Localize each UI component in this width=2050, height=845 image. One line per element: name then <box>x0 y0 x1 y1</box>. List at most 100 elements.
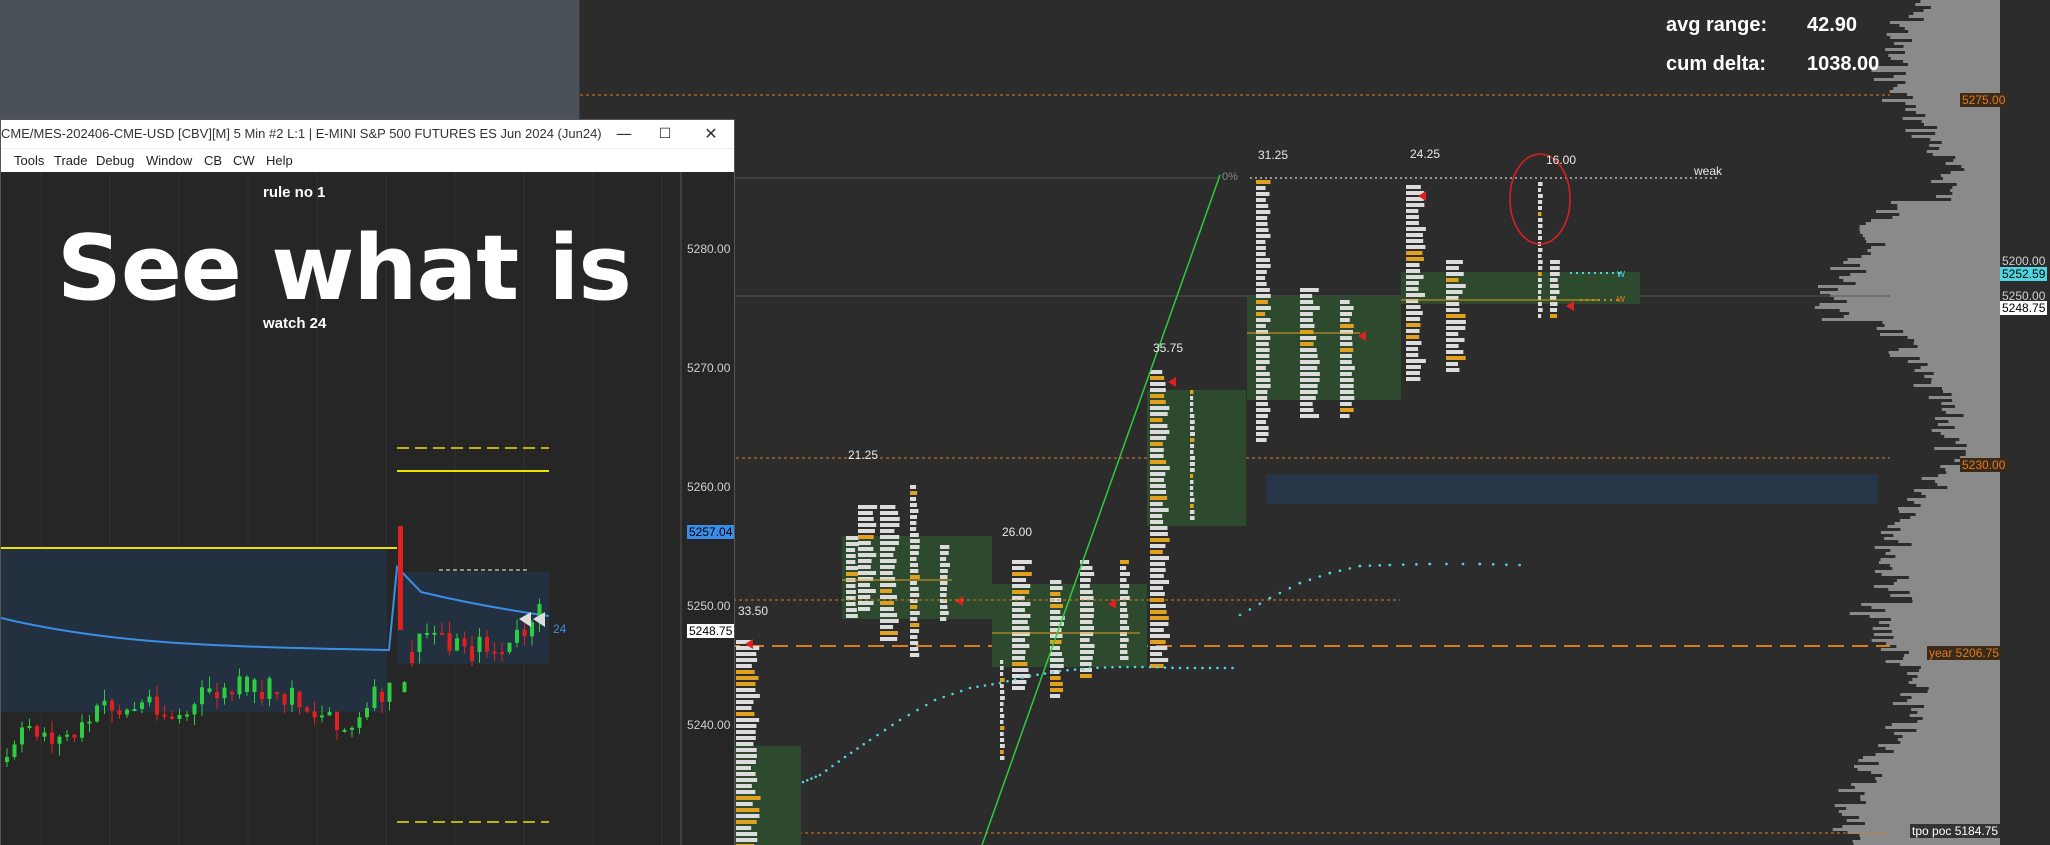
volume-profile-bar <box>1950 171 2000 174</box>
menu-tools[interactable]: Tools <box>14 153 44 168</box>
volume-profile-bar <box>1920 0 2000 3</box>
window-title-bar[interactable]: CME/MES-202406-CME-USD [CBV][M] 5 Min #2… <box>1 120 734 148</box>
tpo-letter-cell <box>736 652 757 656</box>
volume-profile-bar <box>1885 243 2000 246</box>
tpo-letter-cell <box>1340 384 1354 388</box>
volume-profile-bar <box>1927 363 2000 366</box>
tpo-letter-cell <box>1190 420 1195 424</box>
volume-profile-bar <box>1912 678 2000 681</box>
tpo-chart-canvas[interactable] <box>580 0 2050 845</box>
tpo-letter-cell <box>1012 584 1031 588</box>
volume-profile-bar <box>1889 624 2000 627</box>
tpo-letter-cell <box>880 535 900 539</box>
tpo-letter-cell <box>1050 628 1062 632</box>
volume-profile-bar <box>1911 708 2000 711</box>
tpo-letter-cell <box>880 637 898 641</box>
tpo-letter-cell <box>1340 312 1352 316</box>
vwap-dot <box>1318 575 1322 578</box>
menu-trade[interactable]: Trade <box>54 153 87 168</box>
tpo-letter-cell <box>1190 438 1195 442</box>
volume-profile-bar <box>1890 36 2000 39</box>
menu-debug[interactable]: Debug <box>96 153 134 168</box>
menu-help[interactable]: Help <box>266 153 293 168</box>
volume-profile-bar <box>1923 18 2000 21</box>
menu-window[interactable]: Window <box>146 153 192 168</box>
tpo-letter-cell <box>880 523 900 527</box>
tpo-letter-cell <box>1120 560 1129 564</box>
tpo-letter-cell <box>1256 378 1271 382</box>
tpo-letter-cell <box>1190 486 1194 490</box>
tpo-letter-cell <box>736 748 757 752</box>
tpo-letter-cell <box>1256 402 1269 406</box>
tpo-letter-cell <box>1150 382 1166 386</box>
volume-profile-bar <box>1921 477 2000 480</box>
tpo-letter-cell <box>736 742 754 746</box>
volume-profile-bar <box>1882 321 2000 324</box>
chart-window[interactable]: CME/MES-202406-CME-USD [CBV][M] 5 Min #2… <box>0 119 735 845</box>
volume-profile-bar <box>1950 189 2000 192</box>
candle-body <box>162 714 167 717</box>
tpo-letter-cell <box>1406 233 1423 237</box>
tpo-letter-cell <box>1190 402 1194 406</box>
tpo-letter-cell <box>1256 390 1268 394</box>
tpo-letter-cell <box>940 563 950 567</box>
volume-profile-bar <box>1871 69 2000 72</box>
vwap-dot <box>1051 670 1054 674</box>
tpo-letter-cell <box>1012 560 1032 564</box>
spike-candle-body <box>398 526 403 630</box>
menu-cw[interactable]: CW <box>233 153 255 168</box>
tpo-letter-cell <box>1256 180 1271 184</box>
candle-body <box>177 714 182 719</box>
tpo-letter-cell <box>910 491 918 495</box>
candle-body <box>402 682 407 692</box>
tpo-letter-cell <box>880 583 897 587</box>
candle-body <box>515 629 519 643</box>
tpo-letter-cell <box>1300 378 1320 382</box>
volume-profile-bar <box>1876 780 2000 783</box>
volume-profile-bar <box>1908 15 2000 18</box>
window-chart-area[interactable]: rule no 1 See what is watch 24 24 5280.0… <box>1 172 734 845</box>
tpo-letter-cell <box>1406 263 1420 267</box>
avg-range-value: 42.90 <box>1807 14 1858 36</box>
minimize-button[interactable]: — <box>601 120 647 148</box>
tpo-letter-cell <box>1150 406 1170 410</box>
tpo-letter-cell <box>1050 604 1063 608</box>
tpo-letter-cell <box>1446 272 1464 276</box>
volume-profile-bar <box>1885 48 2000 51</box>
tpo-letter-cell <box>1012 614 1031 618</box>
tpo-letter-cell <box>1256 204 1269 208</box>
tpo-letter-cell <box>1550 278 1558 282</box>
tpo-letter-cell <box>880 547 896 551</box>
close-button[interactable]: ✕ <box>688 120 734 148</box>
tpo-letter-cell <box>1256 282 1267 286</box>
menu-cb[interactable]: CB <box>204 153 222 168</box>
tpo-letter-cell <box>1150 448 1164 452</box>
tpo-letter-cell <box>1150 418 1163 422</box>
volume-profile-bar <box>1892 567 2000 570</box>
tpo-letter-cell <box>1340 414 1350 418</box>
candle-body <box>132 708 137 711</box>
volume-profile-bar <box>1884 537 2000 540</box>
range-label-2: 21.25 <box>848 448 879 462</box>
tpo-letter-cell <box>1000 714 1005 718</box>
tpo-chart[interactable]: avg range: 42.90 cum delta: 1038.00 33.5… <box>580 0 2050 845</box>
maximize-button[interactable]: ☐ <box>642 120 688 148</box>
volume-profile-bar <box>1922 717 2000 720</box>
tpo-letter-cell <box>910 533 919 537</box>
tpo-letter-cell <box>1080 614 1094 618</box>
tpo-letter-cell <box>1256 426 1269 430</box>
tpo-letter-cell <box>1150 400 1166 404</box>
volume-profile-bar <box>1965 450 2000 453</box>
volume-profile-bar <box>1934 480 2000 483</box>
volume-profile-bar <box>1928 396 2000 399</box>
tpo-letter-cell <box>1190 414 1195 418</box>
tpo-letter-cell <box>880 505 896 509</box>
vwap-dot <box>824 769 828 772</box>
tpo-letter-cell <box>1080 620 1093 624</box>
volume-profile-bar <box>1865 801 2000 804</box>
tpo-letter-cell <box>1012 638 1026 642</box>
volume-profile-bar <box>1930 6 2000 9</box>
tpo-letter-cell <box>1050 652 1063 656</box>
volume-profile-bar <box>1902 735 2000 738</box>
tpo-letter-cell <box>910 503 917 507</box>
